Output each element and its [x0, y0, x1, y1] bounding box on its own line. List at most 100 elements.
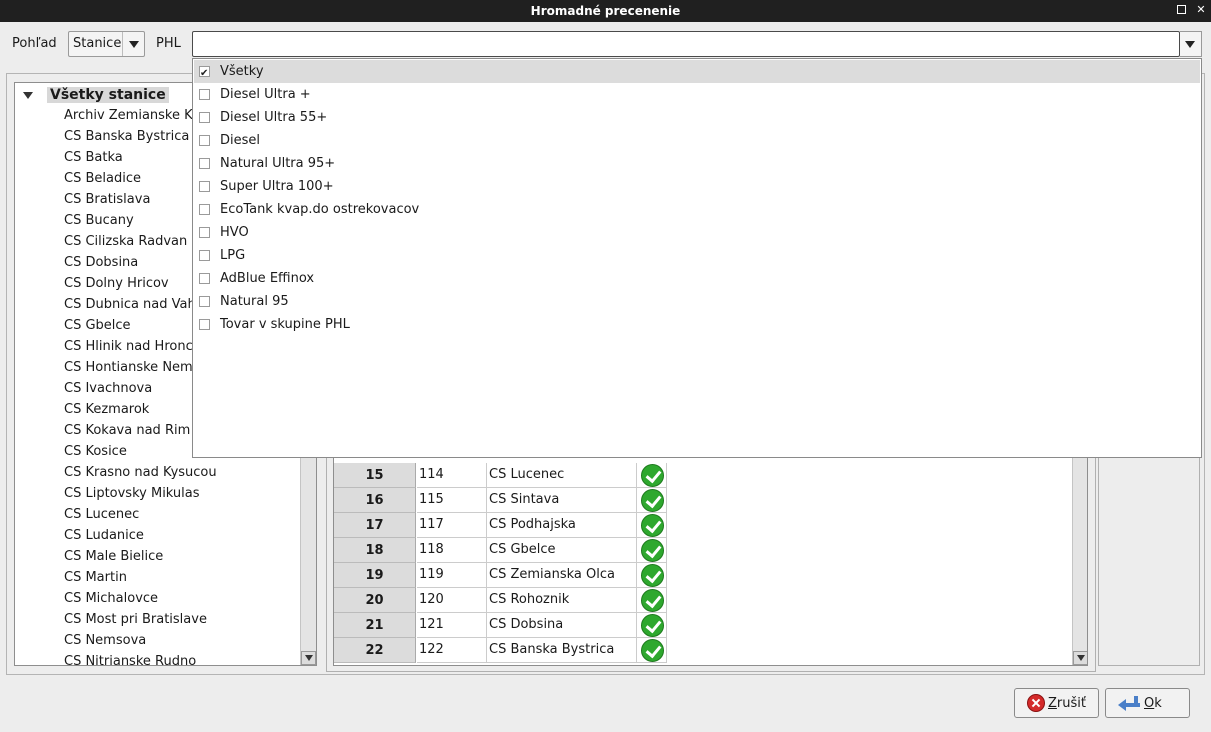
tree-item[interactable]: CS Michalovce: [64, 588, 217, 609]
station-code: 122: [417, 638, 487, 663]
tree-expand-icon[interactable]: [23, 91, 33, 99]
cancel-button[interactable]: Zrušiť: [1014, 688, 1099, 718]
phl-option[interactable]: Všetky: [194, 60, 1200, 85]
tree-item[interactable]: CS Krasno nad Kysucou: [64, 462, 217, 483]
station-name: CS Podhajska: [487, 513, 637, 538]
check-circle-icon: [641, 514, 664, 537]
row-number: 16: [334, 488, 416, 513]
station-name: CS Dobsina: [487, 613, 637, 638]
enter-arrow-icon: [1118, 694, 1140, 712]
phl-option[interactable]: Diesel Ultra +: [194, 83, 1200, 106]
station-table[interactable]: 15 114 CS Lucenec 16 115 CS Sintava 17 117 CS Po…: [333, 444, 1088, 666]
window-titlebar: Hromadné precenenie ✕: [0, 0, 1211, 22]
phl-option[interactable]: Super Ultra 100+: [194, 175, 1200, 198]
chevron-down-icon: [129, 41, 139, 48]
status-cell: [637, 488, 667, 513]
station-code: 121: [417, 613, 487, 638]
check-circle-icon: [641, 639, 664, 662]
checkbox-icon[interactable]: [199, 89, 210, 100]
scroll-down-button[interactable]: [1073, 651, 1087, 665]
row-number: 20: [334, 588, 416, 613]
status-cell: [637, 463, 667, 488]
phl-option-label: LPG: [220, 248, 246, 263]
checkbox-icon[interactable]: [199, 135, 210, 146]
row-number: 15: [334, 463, 416, 488]
tree-item[interactable]: CS Lucenec: [64, 504, 217, 525]
view-combo[interactable]: Stanice: [68, 31, 145, 57]
tree-item[interactable]: CS Liptovsky Mikulas: [64, 483, 217, 504]
view-combo-arrow[interactable]: [122, 32, 144, 56]
checkbox-icon[interactable]: [199, 62, 210, 85]
cancel-button-label: Zrušiť: [1048, 695, 1086, 711]
row-number: 21: [334, 613, 416, 638]
ok-button[interactable]: Ok: [1105, 688, 1190, 718]
tree-item[interactable]: CS Martin: [64, 567, 217, 588]
phl-option[interactable]: EcoTank kvap.do ostrekovacov: [194, 198, 1200, 221]
scroll-down-button[interactable]: [301, 651, 316, 665]
phl-option-label: Diesel Ultra 55+: [220, 110, 328, 125]
view-combo-value: Stanice: [73, 36, 122, 51]
station-code: 119: [417, 563, 487, 588]
phl-option[interactable]: Tovar v skupine PHL: [194, 313, 1200, 336]
phl-option-label: AdBlue Effinox: [220, 271, 315, 286]
tree-item[interactable]: CS Ludanice: [64, 525, 217, 546]
checkbox-icon[interactable]: [199, 250, 210, 261]
chevron-down-icon: [1185, 41, 1195, 48]
checkbox-icon[interactable]: [199, 158, 210, 169]
cancel-icon: [1027, 694, 1045, 712]
phl-option[interactable]: LPG: [194, 244, 1200, 267]
phl-option-label: Tovar v skupine PHL: [220, 317, 350, 332]
tree-item[interactable]: CS Nitrianske Rudno: [64, 651, 217, 665]
station-code: 120: [417, 588, 487, 613]
status-cell: [637, 588, 667, 613]
check-circle-icon: [641, 464, 664, 487]
check-circle-icon: [641, 539, 664, 562]
phl-input[interactable]: [192, 31, 1180, 57]
station-code: 115: [417, 488, 487, 513]
station-name: CS Lucenec: [487, 463, 637, 488]
station-code: 118: [417, 538, 487, 563]
phl-dropdown-list: Všetky Diesel Ultra + Diesel Ultra 55+ Dies…: [192, 58, 1202, 458]
phl-option[interactable]: Diesel Ultra 55+: [194, 106, 1200, 129]
maximize-icon[interactable]: [1176, 4, 1188, 16]
ok-button-label: Ok: [1144, 695, 1162, 711]
check-circle-icon: [641, 564, 664, 587]
phl-dropdown-button[interactable]: [1180, 31, 1202, 57]
phl-label: PHL: [156, 36, 181, 51]
checkbox-icon[interactable]: [199, 227, 210, 238]
phl-option[interactable]: HVO: [194, 221, 1200, 244]
station-name: CS Rohoznik: [487, 588, 637, 613]
station-code: 117: [417, 513, 487, 538]
checkbox-icon[interactable]: [199, 273, 210, 284]
phl-option-label: Natural 95: [220, 294, 289, 309]
tree-root-label[interactable]: Všetky stanice: [47, 87, 169, 103]
tree-item[interactable]: CS Male Bielice: [64, 546, 217, 567]
tree-item[interactable]: CS Nemsova: [64, 630, 217, 651]
tree-item[interactable]: CS Most pri Bratislave: [64, 609, 217, 630]
checkbox-icon[interactable]: [199, 296, 210, 307]
checkbox-icon[interactable]: [199, 181, 210, 192]
checkbox-icon[interactable]: [199, 112, 210, 123]
checkbox-icon[interactable]: [199, 204, 210, 215]
tree-root[interactable]: Všetky stanice: [23, 87, 169, 103]
phl-option[interactable]: Natural 95: [194, 290, 1200, 313]
status-cell: [637, 538, 667, 563]
status-cell: [637, 638, 667, 663]
phl-option[interactable]: Natural Ultra 95+: [194, 152, 1200, 175]
phl-option[interactable]: Diesel: [194, 129, 1200, 152]
phl-option[interactable]: AdBlue Effinox: [194, 267, 1200, 290]
phl-option-label: Diesel Ultra +: [220, 87, 311, 102]
status-cell: [637, 563, 667, 588]
row-number: 19: [334, 563, 416, 588]
check-circle-icon: [641, 614, 664, 637]
row-number: 17: [334, 513, 416, 538]
phl-option-label: HVO: [220, 225, 249, 240]
checkbox-icon[interactable]: [199, 319, 210, 330]
close-icon[interactable]: ✕: [1195, 4, 1207, 16]
station-name: CS Banska Bystrica: [487, 638, 637, 663]
phl-option-label: Natural Ultra 95+: [220, 156, 336, 171]
phl-option-label: Diesel: [220, 133, 261, 148]
check-circle-icon: [641, 489, 664, 512]
table-scrollbar[interactable]: [1072, 445, 1087, 665]
station-name: CS Gbelce: [487, 538, 637, 563]
